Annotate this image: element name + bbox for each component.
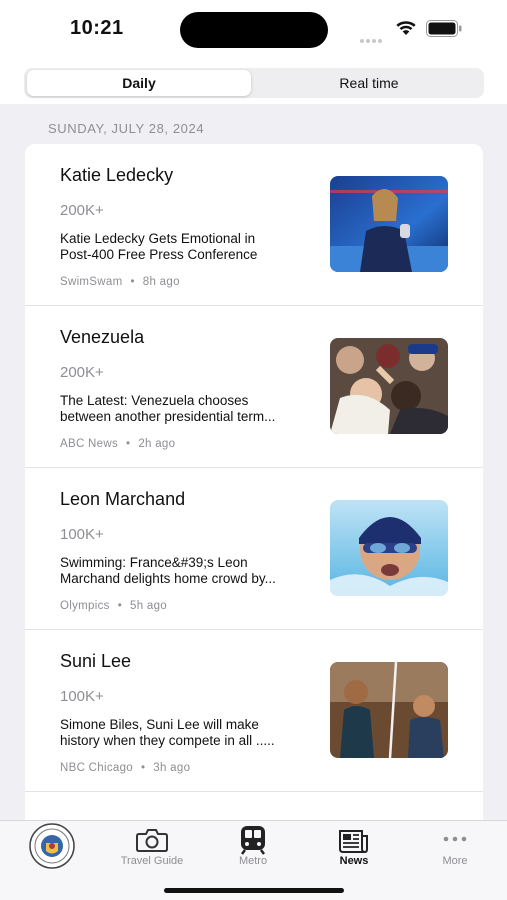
battery-icon — [426, 20, 462, 37]
trend-headline-line: Katie Ledecky Gets Emotional in — [60, 231, 256, 246]
trend-thumbnail[interactable] — [330, 500, 448, 596]
wifi-icon — [394, 18, 418, 41]
trend-title: Suni Lee — [60, 651, 132, 671]
trend-headline-line: history when they compete in all ..... — [60, 732, 275, 748]
trend-title: Venezuela — [60, 327, 145, 347]
trend-meta: ABC News • 2h ago — [60, 438, 175, 450]
separator-dot: • — [126, 438, 131, 450]
trend-headline: Swimming: France&#39;s Leon Marchand del… — [60, 555, 322, 586]
trend-meta: NBC Chicago • 3h ago — [60, 762, 190, 774]
trend-item-katie-ledecky[interactable]: Katie Ledecky 200K+ Katie Ledecky Gets E… — [25, 144, 483, 306]
trend-source: ABC News — [60, 438, 118, 450]
tab-label: More — [442, 855, 468, 867]
tab-home-seal[interactable] — [2, 821, 102, 881]
trend-item-venezuela[interactable]: Venezuela 200K+ The Latest: Venezuela ch… — [25, 306, 483, 468]
segment-real-time[interactable]: Real time — [257, 70, 481, 96]
tab-label: Travel Guide — [120, 855, 184, 867]
trend-headline: Simone Biles, Suni Lee will make history… — [60, 717, 322, 748]
trend-time: 5h ago — [130, 600, 167, 612]
trend-thumbnail[interactable] — [330, 176, 448, 272]
trend-meta: SwimSwam • 8h ago — [60, 276, 180, 288]
tab-label: Metro — [238, 855, 268, 867]
trend-headline-line: Post-400 Free Press Conference — [60, 246, 258, 262]
trend-title: Katie Ledecky — [60, 165, 174, 185]
date-header: SUNDAY, JULY 28, 2024 — [48, 121, 205, 136]
trend-item-leon-marchand[interactable]: Leon Marchand 100K+ Swimming: France&#39… — [25, 468, 483, 630]
daily-realtime-segmented-control: Daily Real time — [24, 68, 484, 98]
trend-thumbnail[interactable] — [330, 662, 448, 758]
cellular-signal-icon — [360, 30, 386, 43]
camera-icon — [135, 827, 169, 858]
trend-time: 8h ago — [142, 276, 180, 288]
trend-headline-line: Marchand delights home crowd by... — [60, 570, 276, 586]
trend-source: SwimSwam — [60, 276, 123, 288]
trend-thumbnail[interactable] — [330, 338, 448, 434]
separator-dot: • — [130, 276, 135, 288]
trend-headline-line: Swimming: France&#39;s Leon — [60, 555, 248, 570]
tab-news[interactable]: News — [304, 821, 404, 881]
city-seal-icon — [24, 823, 80, 874]
tab-metro[interactable]: Metro — [203, 821, 303, 881]
segmented-control-container: Daily Real time — [0, 58, 507, 104]
trend-search-count: 200K+ — [60, 364, 104, 381]
home-indicator — [164, 888, 344, 893]
trend-search-count: 100K+ — [60, 688, 104, 705]
trend-item-suni-lee[interactable]: Suni Lee 100K+ Simone Biles, Suni Lee wi… — [25, 630, 483, 792]
trend-headline-line: The Latest: Venezuela chooses — [60, 393, 249, 408]
trend-meta: Olympics • 5h ago — [60, 600, 167, 612]
trends-card: Katie Ledecky 200K+ Katie Ledecky Gets E… — [25, 144, 483, 820]
trends-list-area[interactable]: SUNDAY, JULY 28, 2024 Katie Ledecky 200K… — [0, 104, 507, 820]
trend-title: Leon Marchand — [60, 489, 186, 509]
trend-headline: The Latest: Venezuela chooses between an… — [60, 393, 322, 424]
tab-more[interactable]: More — [405, 821, 505, 881]
trend-headline-line: between another presidential term... — [60, 408, 276, 424]
trend-time: 3h ago — [153, 762, 191, 774]
trend-search-count: 100K+ — [60, 526, 104, 543]
trend-time: 2h ago — [138, 438, 176, 450]
trend-headline: Katie Ledecky Gets Emotional in Post-400… — [60, 231, 322, 262]
segment-daily[interactable]: Daily — [27, 70, 251, 96]
trend-source: Olympics — [60, 600, 110, 612]
ellipsis-icon — [441, 831, 469, 849]
separator-dot: • — [117, 600, 123, 612]
status-bar: 10:21 — [0, 0, 507, 58]
status-time: 10:21 — [70, 17, 124, 39]
tab-label: News — [339, 855, 369, 867]
trend-source: NBC Chicago — [60, 762, 133, 774]
separator-dot: • — [140, 762, 146, 774]
trend-headline-line: Simone Biles, Suni Lee will make — [60, 717, 259, 732]
dynamic-island — [180, 12, 328, 48]
tab-travel-guide[interactable]: Travel Guide — [102, 821, 202, 881]
bottom-tab-bar: Travel Guide Metro News More — [0, 820, 507, 900]
trend-search-count: 200K+ — [60, 202, 104, 219]
